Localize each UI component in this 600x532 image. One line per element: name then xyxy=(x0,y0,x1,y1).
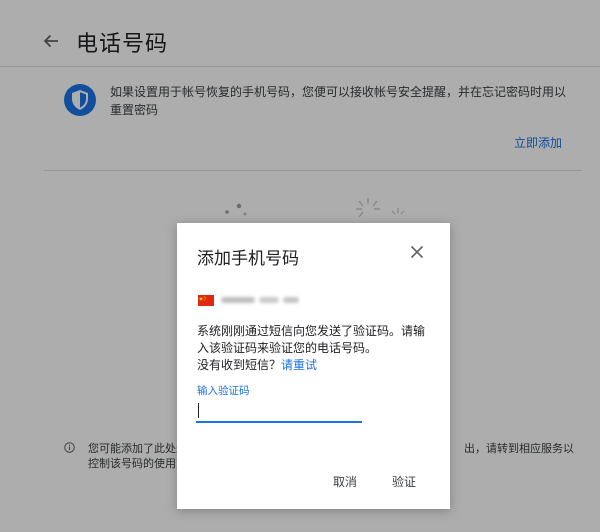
cancel-button[interactable]: 取消 xyxy=(333,473,357,490)
close-icon[interactable] xyxy=(410,245,424,259)
code-input-label: 输入验证码 xyxy=(197,385,250,397)
verification-message-text: 系统刚刚通过短信向您发送了验证码。请输入该验证码来验证您的电话号码。 xyxy=(197,324,426,355)
text-caret xyxy=(198,403,199,418)
verification-message: 系统刚刚通过短信向您发送了验证码。请输入该验证码来验证您的电话号码。 没有收到短… xyxy=(197,323,433,374)
add-phone-dialog: 添加手机号码 系统刚刚通过短信向您发送了验证码。请输入该验证码来验证您的电话号码… xyxy=(177,223,450,509)
masked-phone-number xyxy=(221,294,301,306)
dialog-title: 添加手机号码 xyxy=(197,249,299,269)
china-flag-icon xyxy=(198,295,214,306)
verify-button[interactable]: 验证 xyxy=(392,473,416,490)
resend-link[interactable]: 请重试 xyxy=(281,358,317,372)
no-sms-text: 没有收到短信？ xyxy=(197,358,282,372)
verification-code-input[interactable] xyxy=(196,399,362,423)
